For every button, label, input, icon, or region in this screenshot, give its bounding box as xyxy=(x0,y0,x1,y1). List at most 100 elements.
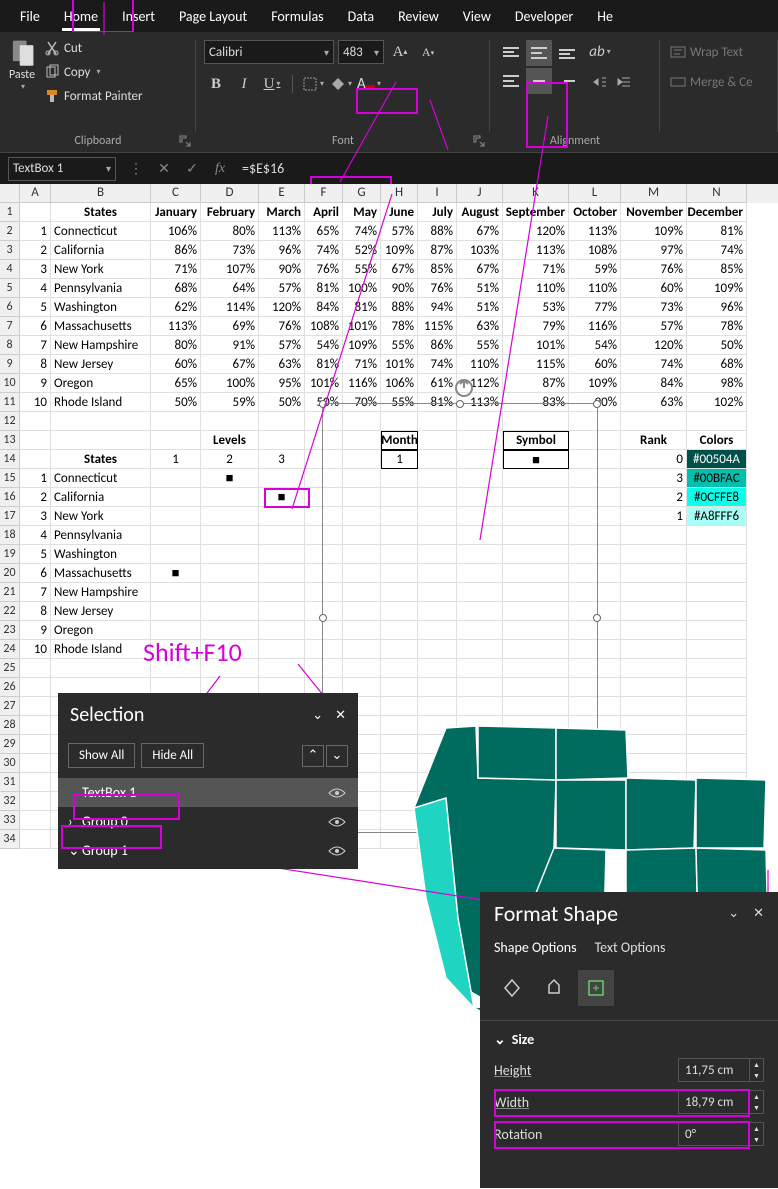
cell[interactable]: Colors xyxy=(687,431,747,450)
col-header-J[interactable]: J xyxy=(457,184,503,203)
row-header-27[interactable]: 27 xyxy=(0,697,20,716)
cell[interactable]: Rhode Island xyxy=(51,640,151,659)
format-painter-button[interactable]: Format Painter xyxy=(42,86,145,106)
cell[interactable]: April xyxy=(305,203,343,222)
cell[interactable]: 74% xyxy=(621,355,687,374)
cell[interactable]: 120% xyxy=(259,298,305,317)
cell[interactable] xyxy=(687,526,747,545)
cell[interactable]: 6 xyxy=(20,564,51,583)
row-header-14[interactable]: 14 xyxy=(0,450,20,469)
cell[interactable]: 4 xyxy=(20,279,51,298)
row-header-1[interactable]: 1 xyxy=(0,203,20,222)
cell[interactable]: 52% xyxy=(343,241,381,260)
cell[interactable]: Rank xyxy=(621,431,687,450)
cell[interactable]: 71% xyxy=(343,355,381,374)
cell[interactable]: States xyxy=(51,450,151,469)
cell[interactable]: 50% xyxy=(259,393,305,412)
cell[interactable]: 87% xyxy=(503,374,569,393)
close-icon[interactable]: ✕ xyxy=(753,906,764,921)
menu-home[interactable]: Home xyxy=(52,4,110,29)
cell[interactable]: 2 xyxy=(621,488,687,507)
send-backward-button[interactable]: ⌄ xyxy=(326,745,348,767)
underline-button[interactable]: U▾ xyxy=(260,72,284,96)
cell[interactable] xyxy=(201,507,259,526)
menu-page-layout[interactable]: Page Layout xyxy=(167,4,259,29)
close-icon[interactable]: ✕ xyxy=(335,708,346,723)
cell[interactable]: 10 xyxy=(20,393,51,412)
bring-forward-button[interactable]: ⌃ xyxy=(302,745,324,767)
cell[interactable]: 110% xyxy=(569,279,621,298)
cell[interactable] xyxy=(259,583,305,602)
cell[interactable]: 77% xyxy=(569,298,621,317)
row-header-20[interactable]: 20 xyxy=(0,564,20,583)
fill-line-tab[interactable] xyxy=(494,970,530,1006)
cell[interactable] xyxy=(20,716,51,735)
cell[interactable]: 63% xyxy=(457,317,503,336)
cell[interactable]: 116% xyxy=(343,374,381,393)
cell[interactable]: 57% xyxy=(259,279,305,298)
row-header-21[interactable]: 21 xyxy=(0,583,20,602)
cell[interactable]: Rhode Island xyxy=(51,393,151,412)
row-header-34[interactable]: 34 xyxy=(0,830,20,849)
cell[interactable]: 85% xyxy=(687,260,747,279)
cell[interactable]: ■ xyxy=(259,488,305,507)
col-header-H[interactable]: H xyxy=(381,184,418,203)
effects-tab[interactable] xyxy=(536,970,572,1006)
cell[interactable] xyxy=(621,621,687,640)
cell[interactable] xyxy=(259,564,305,583)
row-header-32[interactable]: 32 xyxy=(0,792,20,811)
cell[interactable]: 109% xyxy=(621,222,687,241)
row-header-3[interactable]: 3 xyxy=(0,241,20,260)
cell[interactable] xyxy=(20,754,51,773)
cell[interactable]: 76% xyxy=(418,279,457,298)
cell[interactable] xyxy=(151,488,201,507)
cell[interactable]: 3 xyxy=(621,469,687,488)
cell[interactable]: ■ xyxy=(201,469,259,488)
cell[interactable]: 81% xyxy=(305,279,343,298)
cell[interactable] xyxy=(259,640,305,659)
col-header-M[interactable]: M xyxy=(621,184,687,203)
cell[interactable]: Pennsylvania xyxy=(51,526,151,545)
cell[interactable] xyxy=(687,678,747,697)
row-header-6[interactable]: 6 xyxy=(0,298,20,317)
cell[interactable]: New York xyxy=(51,507,151,526)
cell[interactable] xyxy=(259,412,305,431)
cell[interactable]: 88% xyxy=(381,298,418,317)
cell[interactable]: 110% xyxy=(503,279,569,298)
col-header-C[interactable]: C xyxy=(151,184,201,203)
insert-function-button[interactable]: fx xyxy=(206,157,234,181)
cell[interactable]: 67% xyxy=(381,260,418,279)
cell[interactable]: 51% xyxy=(457,279,503,298)
width-input[interactable]: 18,79 cm▲▼ xyxy=(678,1090,764,1114)
cell[interactable] xyxy=(621,697,687,716)
height-input[interactable]: 11,75 cm▲▼ xyxy=(678,1058,764,1082)
cell[interactable]: October xyxy=(569,203,621,222)
cell[interactable] xyxy=(259,659,305,678)
row-header-9[interactable]: 9 xyxy=(0,355,20,374)
cell[interactable]: Massachusetts xyxy=(51,564,151,583)
cell[interactable]: 71% xyxy=(151,260,201,279)
cell[interactable]: 113% xyxy=(259,222,305,241)
cell[interactable]: July xyxy=(418,203,457,222)
options-button[interactable]: ⋮ xyxy=(122,157,150,181)
menu-formulas[interactable]: Formulas xyxy=(259,4,335,29)
cell[interactable]: 78% xyxy=(687,317,747,336)
col-header-F[interactable]: F xyxy=(305,184,343,203)
cell[interactable] xyxy=(20,773,51,792)
cell[interactable]: 59% xyxy=(201,393,259,412)
cancel-formula-button[interactable]: ✕ xyxy=(150,157,178,181)
row-header-15[interactable]: 15 xyxy=(0,469,20,488)
copy-button[interactable]: Copy▾ xyxy=(42,62,145,82)
cell[interactable]: 101% xyxy=(503,336,569,355)
cell[interactable] xyxy=(259,602,305,621)
row-header-31[interactable]: 31 xyxy=(0,773,20,792)
cell[interactable]: 65% xyxy=(305,222,343,241)
cell[interactable]: 88% xyxy=(418,222,457,241)
cell[interactable]: 74% xyxy=(305,241,343,260)
row-header-25[interactable]: 25 xyxy=(0,659,20,678)
cell[interactable]: 73% xyxy=(201,241,259,260)
size-section-header[interactable]: ⌄Size xyxy=(480,1025,778,1054)
cell[interactable]: 95% xyxy=(259,374,305,393)
cell[interactable]: 113% xyxy=(569,222,621,241)
cell[interactable]: 65% xyxy=(151,374,201,393)
